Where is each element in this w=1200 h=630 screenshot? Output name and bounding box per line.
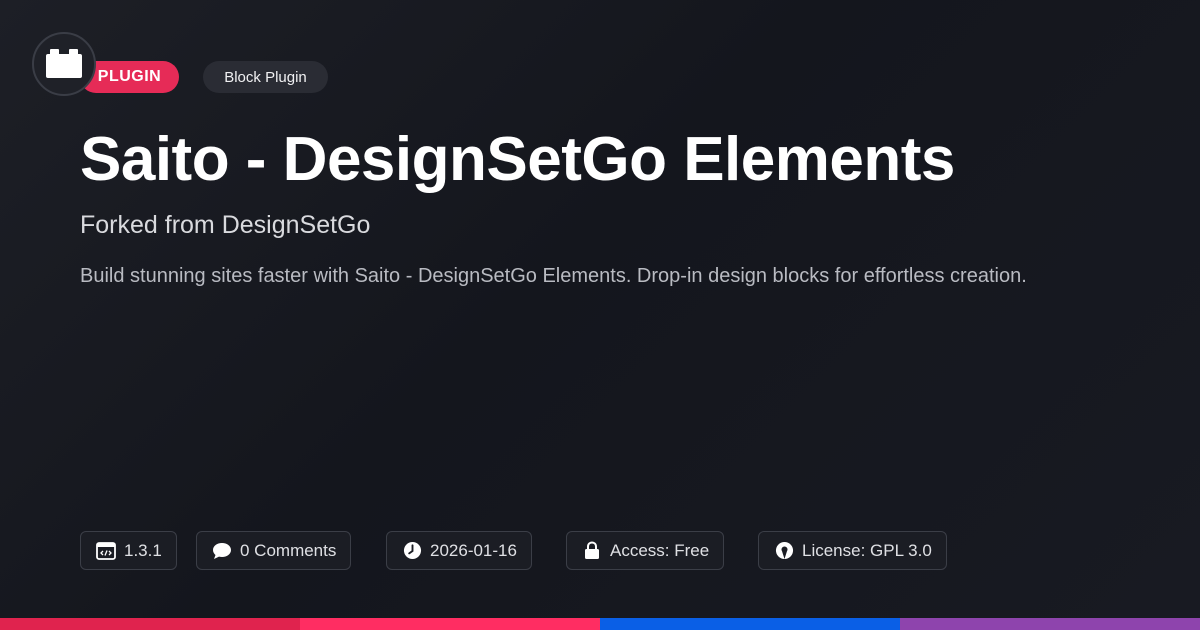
comments-chip[interactable]: 0 Comments	[196, 531, 352, 570]
speech-bubble-icon	[212, 541, 232, 561]
accent-bar-3	[600, 618, 900, 630]
version-chip: 1.3.1	[80, 531, 177, 570]
license-text: License: GPL 3.0	[802, 540, 932, 560]
lego-brick-icon	[46, 49, 82, 78]
accent-bar-2	[300, 618, 600, 630]
clock-icon	[402, 541, 422, 561]
code-window-icon	[96, 541, 116, 561]
lock-icon	[582, 541, 602, 561]
plugin-description: Build stunning sites faster with Saito -…	[80, 265, 1027, 287]
category-tag[interactable]: Block Plugin	[203, 61, 328, 93]
access-text: Access: Free	[610, 540, 710, 560]
license-chip: License: GPL 3.0	[758, 531, 947, 570]
comments-text: 0 Comments	[240, 540, 337, 560]
logo	[32, 32, 96, 96]
accent-bar-1	[0, 618, 300, 630]
date-chip: 2026-01-16	[386, 531, 532, 570]
access-chip: Access: Free	[566, 531, 725, 570]
accent-bar-4	[900, 618, 1200, 630]
page-title: Saito - DesignSetGo Elements	[80, 125, 955, 194]
forked-from-subtitle: Forked from DesignSetGo	[80, 211, 371, 239]
date-text: 2026-01-16	[430, 540, 517, 560]
open-source-icon	[774, 541, 794, 561]
version-text: 1.3.1	[124, 540, 162, 560]
